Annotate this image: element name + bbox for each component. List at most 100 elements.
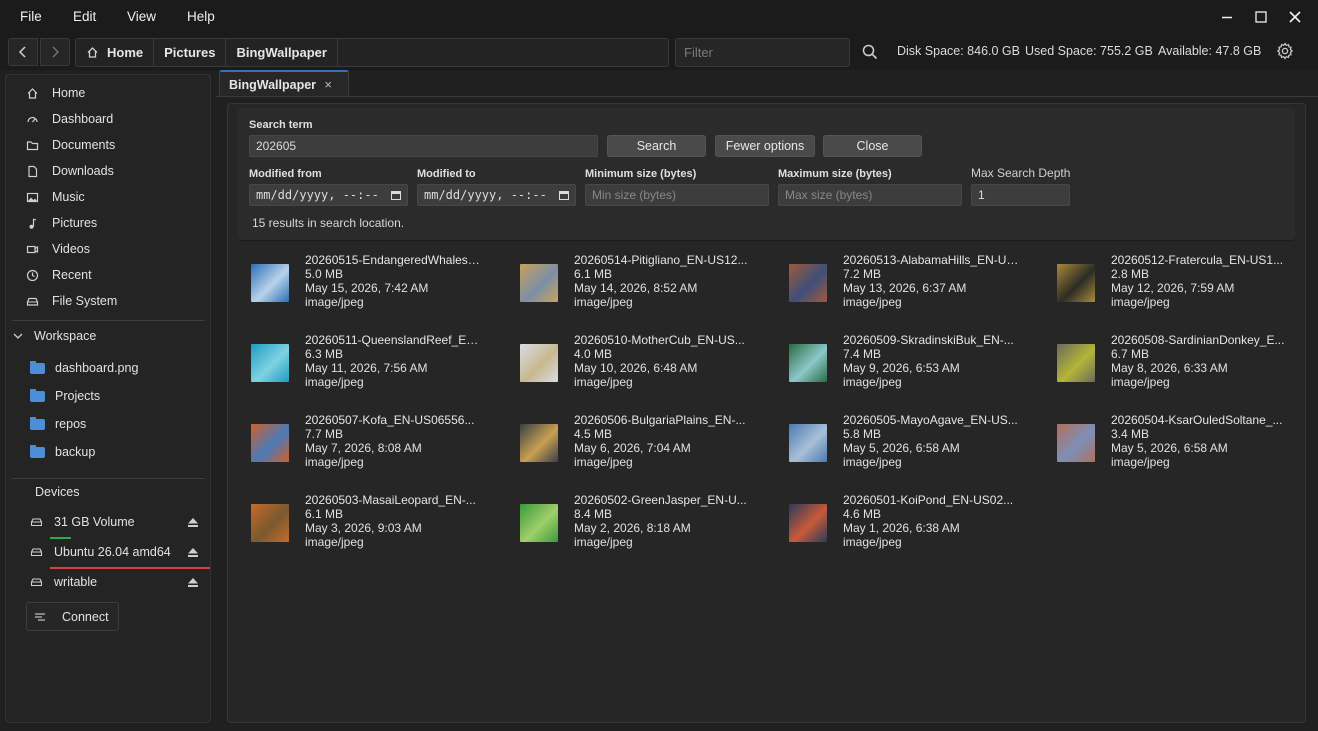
sidebar-item-recent[interactable]: Recent — [24, 264, 204, 286]
maximize-button[interactable] — [1249, 6, 1273, 28]
filter-input[interactable] — [675, 38, 850, 67]
result-size: 4.6 MB — [843, 507, 882, 521]
result-type: image/jpeg — [305, 455, 364, 469]
device-31gb-volume[interactable]: 31 GB Volume — [30, 511, 200, 533]
workspace-item-dashboard-png[interactable]: dashboard.png — [30, 358, 138, 378]
breadcrumb-pictures[interactable]: Pictures — [154, 39, 227, 66]
result-thumbnail — [251, 424, 289, 462]
modified-to-input[interactable]: mm/dd/yyyy, --:-- -- — [417, 184, 576, 206]
sidebar-item-file-system[interactable]: File System — [24, 290, 204, 312]
result-size: 7.2 MB — [843, 267, 882, 281]
result-thumbnail — [520, 424, 558, 462]
tab-bingwallpaper[interactable]: BingWallpaper × — [219, 70, 349, 97]
sidebar-item-label: Home — [52, 86, 86, 100]
result-name: 20260504-KsarOuledSoltane_... — [1111, 413, 1283, 427]
file-icon — [24, 163, 40, 179]
menu-view[interactable]: View — [127, 9, 156, 24]
available-space-label: Available: 47.8 GB — [1158, 44, 1262, 58]
result-item[interactable]: 20260512-Fratercula_EN-US1... 2.8 MB May 1… — [1057, 253, 1317, 319]
result-size: 5.8 MB — [843, 427, 882, 441]
device-label: 31 GB Volume — [54, 515, 135, 529]
menu-file[interactable]: File — [20, 9, 42, 24]
eject-icon[interactable] — [186, 575, 200, 589]
sidebar-item-pictures[interactable]: Pictures — [24, 212, 204, 234]
forward-button[interactable] — [40, 38, 70, 66]
workspace-header[interactable]: Workspace — [12, 326, 96, 346]
workspace-item-backup[interactable]: backup — [30, 442, 95, 462]
chevron-right-icon — [52, 46, 60, 58]
result-size: 4.5 MB — [574, 427, 613, 441]
sidebar-item-downloads[interactable]: Downloads — [24, 160, 204, 182]
sidebar-item-label: Recent — [52, 268, 92, 282]
result-item[interactable]: 20260503-MasaiLeopard_EN-... 6.1 MB May 3,… — [251, 493, 511, 559]
result-type: image/jpeg — [574, 375, 633, 389]
close-search-button[interactable]: Close — [823, 135, 922, 157]
sidebar-item-dashboard[interactable]: Dashboard — [24, 108, 204, 130]
result-item[interactable]: 20260506-BulgariaPlains_EN-... 4.5 MB May … — [520, 413, 780, 479]
dashboard-icon — [24, 111, 40, 127]
connect-button[interactable]: Connect — [26, 602, 119, 631]
sidebar-item-videos[interactable]: Videos — [24, 238, 204, 260]
search-button[interactable] — [861, 43, 879, 61]
close-window-button[interactable] — [1283, 6, 1307, 28]
tab-close-icon[interactable]: × — [324, 77, 332, 92]
result-name: 20260507-Kofa_EN-US06556... — [305, 413, 475, 427]
result-item[interactable]: 20260501-KoiPond_EN-US02... 4.6 MB May 1, … — [789, 493, 1049, 559]
workspace-title: Workspace — [34, 329, 97, 343]
result-item[interactable]: 20260509-SkradinskiBuk_EN-... 7.4 MB May 9… — [789, 333, 1049, 399]
result-item[interactable]: 20260515-EndangeredWhales_EN-US...5.0 MB… — [251, 253, 511, 319]
search-term-input[interactable]: 202605 — [249, 135, 598, 157]
max-depth-input[interactable]: 1 — [971, 184, 1070, 206]
toolbar: Home Pictures BingWallpaper Disk Space: … — [0, 34, 1318, 70]
drive-icon — [24, 293, 40, 309]
result-item[interactable]: 20260502-GreenJasper_EN-U... 8.4 MB May 2,… — [520, 493, 780, 559]
back-button[interactable] — [8, 38, 38, 66]
sidebar: Home Dashboard Documents Downloads Music… — [5, 74, 211, 723]
min-size-input[interactable]: Min size (bytes) — [585, 184, 769, 206]
sidebar-item-documents[interactable]: Documents — [24, 134, 204, 156]
result-item[interactable]: 20260505-MayoAgave_EN-US... 5.8 MB May 5, … — [789, 413, 1049, 479]
search-submit-button[interactable]: Search — [607, 135, 706, 157]
clock-icon — [24, 267, 40, 283]
device-writable[interactable]: writable — [30, 571, 200, 593]
result-type: image/jpeg — [1111, 295, 1170, 309]
device-ubuntu[interactable]: Ubuntu 26.04 amd64 — [30, 541, 200, 563]
workspace-item-repos[interactable]: repos — [30, 414, 86, 434]
eject-icon[interactable] — [186, 515, 200, 529]
sidebar-item-music[interactable]: Music — [24, 186, 204, 208]
folder-icon — [30, 416, 45, 430]
sidebar-item-home[interactable]: Home — [24, 82, 204, 104]
used-space-label: Used Space: 755.2 GB — [1025, 44, 1153, 58]
result-thumbnail — [251, 344, 289, 382]
drive-icon — [30, 576, 42, 588]
minimize-button[interactable] — [1215, 6, 1239, 28]
result-type: image/jpeg — [843, 295, 902, 309]
result-item[interactable]: 20260510-MotherCub_EN-US... 4.0 MB May 10,… — [520, 333, 780, 399]
breadcrumb-bingwallpaper[interactable]: BingWallpaper — [226, 39, 338, 66]
result-item[interactable]: 20260504-KsarOuledSoltane_... 3.4 MB May 5… — [1057, 413, 1317, 479]
workspace-item-projects[interactable]: Projects — [30, 386, 100, 406]
max-size-input[interactable]: Max size (bytes) — [778, 184, 962, 206]
settings-button[interactable] — [1276, 42, 1294, 60]
result-date: May 2, 2026, 8:18 AM — [574, 521, 691, 535]
modified-to-label: Modified to — [417, 168, 476, 180]
eject-icon[interactable] — [186, 545, 200, 559]
result-name: 20260503-MasaiLeopard_EN-... — [305, 493, 476, 507]
result-item[interactable]: 20260511-QueenslandReef_EN-... 6.3 MB May … — [251, 333, 511, 399]
breadcrumb: Home Pictures BingWallpaper — [75, 38, 669, 67]
fewer-options-button[interactable]: Fewer options — [715, 135, 815, 157]
content-panel: Search term 202605 Search Fewer options … — [227, 103, 1306, 723]
tab-label: BingWallpaper — [229, 77, 317, 92]
breadcrumb-home[interactable]: Home — [76, 39, 155, 66]
modified-from-input[interactable]: mm/dd/yyyy, --:-- -- — [249, 184, 408, 206]
result-item[interactable]: 20260513-AlabamaHills_EN-US... 7.2 MB May … — [789, 253, 1049, 319]
result-type: image/jpeg — [305, 295, 364, 309]
folder-icon — [30, 444, 45, 458]
result-item[interactable]: 20260514-Pitigliano_EN-US12... 6.1 MB May … — [520, 253, 780, 319]
result-size: 5.0 MB — [305, 267, 344, 281]
result-item[interactable]: 20260508-SardinianDonkey_E... 6.7 MB May 8… — [1057, 333, 1317, 399]
menu-help[interactable]: Help — [187, 9, 215, 24]
menu-edit[interactable]: Edit — [73, 9, 96, 24]
result-item[interactable]: 20260507-Kofa_EN-US06556... 7.7 MB May 7, … — [251, 413, 511, 479]
result-name: 20260505-MayoAgave_EN-US... — [843, 413, 1018, 427]
